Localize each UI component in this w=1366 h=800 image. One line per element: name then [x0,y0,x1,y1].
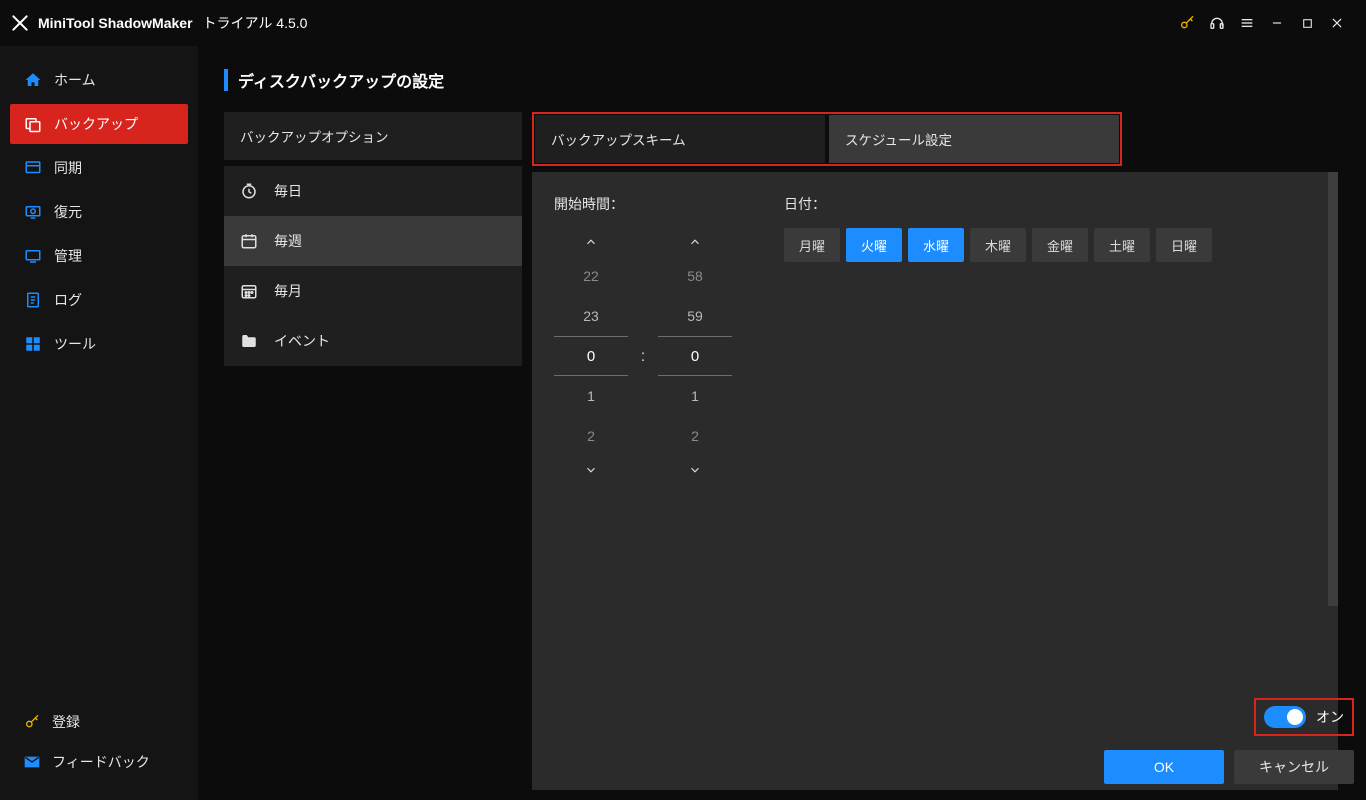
day-mon[interactable]: 月曜 [784,228,840,262]
ok-button[interactable]: OK [1104,750,1224,784]
sync-icon [24,159,42,177]
sidebar-item-sync[interactable]: 同期 [10,148,188,188]
toggle-highlight-frame: オン [1254,698,1354,736]
vertical-scrollbar[interactable] [1328,172,1338,606]
day-selector: 月曜 火曜 水曜 木曜 金曜 土曜 日曜 [784,228,1212,262]
minute-next1: 1 [658,376,732,416]
home-icon [24,71,42,89]
chevron-down-icon[interactable] [688,456,702,484]
tabs-highlight-frame: バックアップスキーム スケジュール設定 [532,112,1122,166]
app-title: MiniTool ShadowMaker [38,15,193,31]
sidebar-item-tools[interactable]: ツール [10,324,188,364]
day-tue[interactable]: 火曜 [846,228,902,262]
app-logo-icon [10,13,30,33]
sidebar-item-label: 管理 [54,246,82,266]
sidebar-item-label: ログ [54,290,82,310]
period-event[interactable]: イベント [224,316,522,366]
period-label: イベント [274,331,330,351]
tab-label: バックアップオプション [240,126,389,146]
hour-prev2: 22 [554,256,628,296]
sidebar-register[interactable]: 登録 [10,702,188,742]
sidebar-register-label: 登録 [52,712,80,732]
calendar-week-icon [240,232,258,250]
app-subtitle: トライアル 4.5.0 [203,13,308,33]
day-sun[interactable]: 日曜 [1156,228,1212,262]
period-monthly[interactable]: 毎月 [224,266,522,316]
minute-current[interactable]: 0 [658,336,732,376]
toggle-label: オン [1316,707,1344,727]
day-thu[interactable]: 木曜 [970,228,1026,262]
tab-label: バックアップスキーム [551,129,686,149]
hour-prev1: 23 [554,296,628,336]
period-label: 毎月 [274,281,302,301]
tools-icon [24,335,42,353]
minute-picker[interactable]: 58 59 0 1 2 [658,228,732,484]
key-icon [24,714,40,730]
mail-icon [24,754,40,770]
chevron-up-icon[interactable] [688,228,702,256]
day-fri[interactable]: 金曜 [1032,228,1088,262]
hour-next2: 2 [554,416,628,456]
sidebar-item-backup[interactable]: バックアップ [10,104,188,144]
footer: オン OK キャンセル [1104,698,1366,784]
manage-icon [24,247,42,265]
sidebar: ホーム バックアップ 同期 復元 [0,46,198,800]
minute-prev2: 58 [658,256,732,296]
date-label: 日付： [784,194,1212,214]
maximize-icon[interactable] [1292,8,1322,38]
sidebar-item-label: 同期 [54,158,82,178]
log-icon [24,291,42,309]
start-time-label: 開始時間： [554,194,734,214]
hour-current[interactable]: 0 [554,336,628,376]
title-bar: MiniTool ShadowMaker トライアル 4.5.0 [0,0,1366,46]
tab-backup-scheme[interactable]: バックアップスキーム [535,115,825,163]
sidebar-item-home[interactable]: ホーム [10,60,188,100]
day-wed[interactable]: 水曜 [908,228,964,262]
period-label: 毎週 [274,231,302,251]
cancel-button[interactable]: キャンセル [1234,750,1354,784]
period-label: 毎日 [274,181,302,201]
clock-icon [240,182,258,200]
close-icon[interactable] [1322,8,1352,38]
page-title: ディスクバックアップの設定 [238,68,444,92]
sidebar-item-label: バックアップ [54,114,138,134]
sidebar-feedback[interactable]: フィードバック [10,742,188,782]
main-area: ディスクバックアップの設定 バックアップオプション 毎日 [198,46,1366,800]
minimize-icon[interactable] [1262,8,1292,38]
sidebar-item-label: ホーム [54,70,96,90]
restore-icon [24,203,42,221]
headset-icon[interactable] [1202,8,1232,38]
page-header: ディスクバックアップの設定 [224,68,1338,92]
key-icon[interactable] [1172,8,1202,38]
sidebar-feedback-label: フィードバック [52,752,150,772]
chevron-down-icon[interactable] [584,456,598,484]
sidebar-item-label: 復元 [54,202,82,222]
hour-picker[interactable]: 22 23 0 1 2 [554,228,628,484]
page-title-accent [224,69,228,91]
sidebar-item-label: ツール [54,334,96,354]
period-weekly[interactable]: 毎週 [224,216,522,266]
minute-prev1: 59 [658,296,732,336]
tab-backup-options[interactable]: バックアップオプション [224,112,522,160]
day-sat[interactable]: 土曜 [1094,228,1150,262]
tab-schedule-settings[interactable]: スケジュール設定 [829,115,1119,163]
sidebar-item-log[interactable]: ログ [10,280,188,320]
hour-next1: 1 [554,376,628,416]
period-daily[interactable]: 毎日 [224,166,522,216]
minute-next2: 2 [658,416,732,456]
folder-icon [240,332,258,350]
schedule-toggle[interactable] [1264,706,1306,728]
sidebar-item-restore[interactable]: 復元 [10,192,188,232]
sidebar-item-manage[interactable]: 管理 [10,236,188,276]
tab-label: スケジュール設定 [845,129,952,149]
menu-icon[interactable] [1232,8,1262,38]
toggle-knob [1287,709,1303,725]
time-separator: : [628,346,658,366]
backup-icon [24,115,42,133]
chevron-up-icon[interactable] [584,228,598,256]
calendar-month-icon [240,282,258,300]
